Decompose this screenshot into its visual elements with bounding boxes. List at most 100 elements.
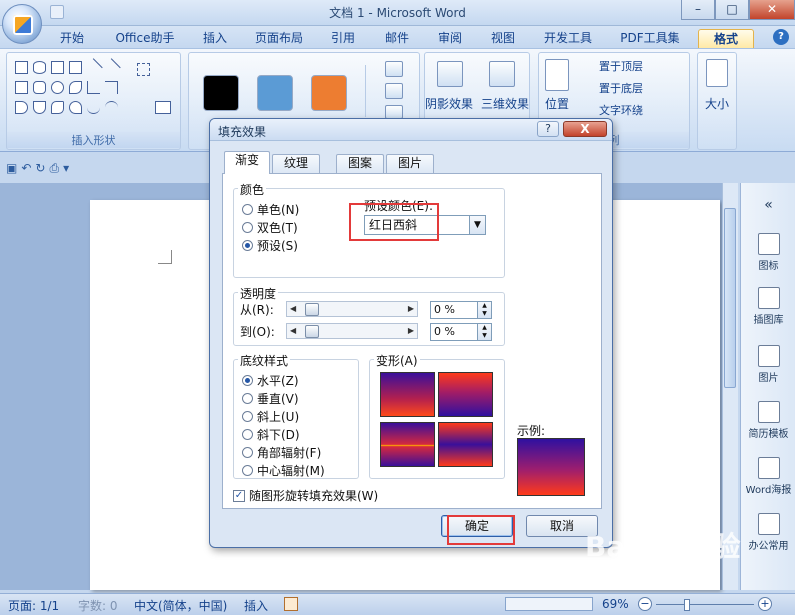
print-preview-icon[interactable]: ⎙ — [49, 161, 59, 179]
tab-mailings[interactable]: 邮件 — [377, 29, 417, 48]
scrollbar-thumb[interactable] — [724, 208, 736, 388]
radio-preset[interactable]: 预设(S) — [242, 237, 298, 254]
maximize-button[interactable]: □ — [715, 0, 749, 20]
rounded-rect-shape-icon[interactable] — [33, 81, 46, 94]
zoom-in-icon[interactable]: + — [758, 597, 772, 611]
freeform-shape-icon[interactable] — [69, 101, 82, 114]
textbox-shape-icon[interactable] — [15, 61, 28, 74]
rectangle-shape-icon[interactable] — [15, 81, 28, 94]
3d-effects-icon[interactable] — [489, 61, 515, 87]
spin-arrows-icon[interactable]: ▲ ▼ — [477, 302, 491, 318]
elbow-connector-shape-icon[interactable] — [87, 81, 100, 94]
close-button[interactable]: ✕ — [749, 0, 795, 20]
status-language[interactable]: 中文(简体，中国) — [134, 597, 227, 614]
status-insert-mode[interactable]: 插入 — [244, 597, 268, 614]
styles-scroll[interactable] — [365, 65, 377, 117]
tab-picture[interactable]: 图片 — [386, 154, 434, 173]
style-swatch-black[interactable] — [203, 75, 239, 111]
from-slider[interactable]: ◀ ▶ — [286, 301, 418, 317]
textbox2-shape-icon[interactable] — [51, 61, 64, 74]
panel-item-poster[interactable]: Word海报 — [741, 457, 795, 496]
chevron-down-icon[interactable]: ▼ — [469, 216, 485, 234]
slider-left-arrow-icon[interactable]: ◀ — [290, 324, 296, 338]
position-icon[interactable] — [545, 59, 569, 91]
to-spinbox[interactable]: 0 % ▲ ▼ — [430, 323, 492, 341]
customize-icon[interactable]: ▾ — [63, 161, 69, 179]
radio-from-center[interactable]: 中心辐射(M) — [242, 462, 325, 479]
variant-3[interactable] — [380, 422, 435, 467]
tab-gradient[interactable]: 渐变 — [224, 151, 270, 174]
zoom-slider[interactable] — [656, 604, 754, 605]
slider-thumb[interactable] — [305, 303, 319, 316]
3d-effects-button[interactable]: 三维效果 — [479, 95, 531, 112]
rotate-with-shape-checkbox[interactable]: ✓ 随图形旋转填充效果(W) — [233, 487, 378, 504]
slider-right-arrow-icon[interactable]: ▶ — [408, 324, 414, 338]
zoom-slider-thumb[interactable] — [684, 599, 690, 611]
tab-office-assistant[interactable]: Office助手 — [105, 29, 185, 48]
tab-insert[interactable]: 插入 — [195, 29, 235, 48]
office-button[interactable] — [2, 4, 42, 44]
tab-format[interactable]: 格式 — [698, 29, 754, 48]
slider-right-arrow-icon[interactable]: ▶ — [408, 302, 414, 316]
tab-review[interactable]: 审阅 — [430, 29, 470, 48]
variant-4[interactable] — [438, 422, 493, 467]
slider-left-arrow-icon[interactable]: ◀ — [290, 302, 296, 316]
line-shape-icon[interactable] — [84, 58, 103, 77]
radio-one-color[interactable]: 单色(N) — [242, 201, 299, 218]
to-slider[interactable]: ◀ ▶ — [286, 323, 418, 339]
position-button[interactable]: 位置 — [541, 95, 573, 112]
spin-arrows-icon[interactable]: ▲ ▼ — [477, 324, 491, 340]
arc-shape-icon[interactable] — [87, 101, 100, 114]
radio-from-corner[interactable]: 角部辐射(F) — [242, 444, 321, 461]
right-arrow-shape-icon[interactable] — [15, 101, 28, 114]
collapse-panel-icon[interactable]: « — [741, 197, 795, 213]
undo-icon[interactable]: ↶ — [21, 161, 31, 179]
send-to-back-button[interactable]: 置于底层 — [599, 80, 643, 96]
slider-thumb[interactable] — [305, 325, 319, 338]
radio-horizontal[interactable]: 水平(Z) — [242, 372, 299, 389]
text-wrapping-button[interactable]: 文字环绕 — [599, 102, 643, 118]
change-shape-icon[interactable] — [385, 105, 403, 119]
minimize-button[interactable]: – — [681, 0, 715, 20]
bring-to-front-button[interactable]: 置于顶层 — [599, 58, 643, 74]
size-icon[interactable] — [706, 59, 728, 87]
style-swatch-orange[interactable] — [311, 75, 347, 111]
cylinder-shape-icon[interactable] — [33, 61, 46, 74]
dialog-help-button[interactable]: ? — [537, 121, 559, 137]
curve-connector-shape-icon[interactable] — [105, 81, 118, 94]
view-buttons[interactable] — [505, 597, 593, 611]
callout-shape-icon[interactable] — [51, 101, 64, 114]
tab-view[interactable]: 视图 — [483, 29, 523, 48]
radio-diagonal-up[interactable]: 斜上(U) — [242, 408, 299, 425]
line-color-icon[interactable] — [385, 83, 403, 99]
text-box-icon[interactable] — [155, 101, 171, 114]
panel-item-pictures[interactable]: 图片 — [741, 345, 795, 384]
shadow-effects-icon[interactable] — [437, 61, 463, 87]
tab-page-layout[interactable]: 页面布局 — [248, 29, 310, 48]
fill-bucket-icon[interactable] — [385, 61, 403, 77]
macro-record-icon[interactable] — [284, 597, 298, 611]
zoom-level[interactable]: 69% — [602, 597, 629, 611]
wave-shape-icon[interactable] — [105, 101, 118, 114]
variant-2[interactable] — [438, 372, 493, 417]
tab-pdf-tools[interactable]: PDF工具集 — [612, 29, 688, 48]
from-spinbox[interactable]: 0 % ▲ ▼ — [430, 301, 492, 319]
vertical-text-shape-icon[interactable] — [69, 61, 82, 74]
oval-shape-icon[interactable] — [51, 81, 64, 94]
style-swatch-blue[interactable] — [257, 75, 293, 111]
variant-1[interactable] — [380, 372, 435, 417]
size-button[interactable]: 大小 — [698, 95, 736, 112]
redo-icon[interactable]: ↻ — [35, 161, 45, 179]
status-page[interactable]: 页面: 1/1 — [8, 597, 59, 614]
radio-diagonal-down[interactable]: 斜下(D) — [242, 426, 300, 443]
arrow-shape-icon[interactable] — [102, 58, 121, 77]
tab-texture[interactable]: 纹理 — [272, 154, 320, 173]
zoom-out-icon[interactable]: − — [638, 597, 652, 611]
panel-item-icons[interactable]: 图标 — [741, 233, 795, 272]
tab-pattern[interactable]: 图案 — [336, 154, 384, 173]
edit-shape-icon[interactable] — [137, 63, 150, 76]
tab-developer[interactable]: 开发工具 — [537, 29, 599, 48]
panel-item-illustrations[interactable]: 插图库 — [741, 287, 795, 326]
triangle-shape-icon[interactable] — [69, 81, 82, 94]
tab-home[interactable]: 开始 — [52, 29, 92, 48]
